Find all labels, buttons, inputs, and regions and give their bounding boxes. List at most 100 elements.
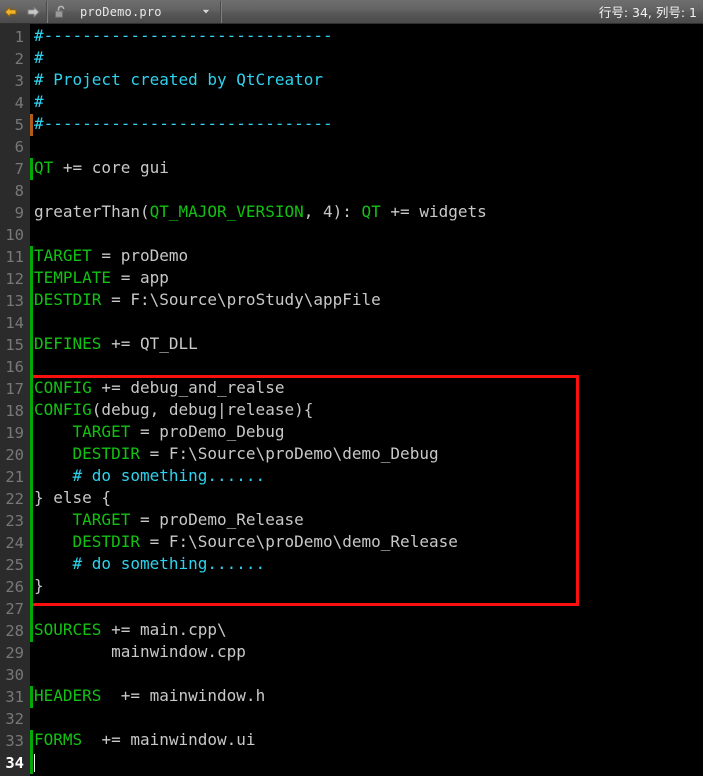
code-token: += QT_DLL (101, 334, 198, 353)
code-token: TEMPLATE (34, 268, 112, 287)
line-number: 7 (14, 160, 24, 178)
code-token: = proDemo_Debug (130, 422, 285, 441)
code-line[interactable]: greaterThan(QT_MAJOR_VERSION, 4): QT += … (34, 202, 487, 221)
open-file-name: proDemo.pro (80, 4, 162, 19)
change-marker (30, 422, 33, 444)
code-token: = F:\Source\proDemo\demo_Release (139, 532, 458, 551)
change-marker (30, 554, 33, 576)
line-number: 17 (5, 380, 24, 398)
line-number: 14 (5, 314, 24, 332)
code-token: DESTDIR (72, 444, 140, 463)
change-marker (30, 268, 33, 290)
code-token: CONFIG (34, 378, 92, 397)
code-line[interactable]: DESTDIR = F:\Source\proDemo\demo_Release (34, 532, 458, 551)
code-token: } else { (34, 488, 112, 507)
change-marker (30, 466, 33, 488)
change-marker (30, 378, 33, 400)
line-number: 29 (5, 644, 24, 662)
line-number: 23 (5, 512, 24, 530)
code-line[interactable]: FORMS += mainwindow.ui (34, 730, 256, 749)
code-token: = proDemo_Release (130, 510, 304, 529)
code-token: TARGET (72, 510, 131, 529)
line-number: 33 (5, 732, 24, 750)
change-marker (30, 312, 33, 334)
code-line[interactable]: TEMPLATE = app (34, 268, 169, 287)
code-token: #------------------------------ (34, 26, 333, 45)
line-number: 4 (14, 94, 24, 112)
change-marker (30, 158, 33, 180)
code-line[interactable]: DEFINES += QT_DLL (34, 334, 198, 353)
code-token: += core gui (53, 158, 169, 177)
toolbar-separator-1 (46, 0, 48, 23)
qt-creator-editor-window: proDemo.pro 行号: 34, 列号: 1 1 #------------… (0, 0, 703, 776)
code-line[interactable]: DESTDIR = F:\Source\proStudy\appFile (34, 290, 381, 309)
line-number: 16 (5, 358, 24, 376)
code-line[interactable]: TARGET = proDemo_Debug (34, 422, 285, 441)
code-token: DESTDIR (34, 290, 102, 309)
line-number: 25 (5, 556, 24, 574)
code-editor[interactable]: 1 #------------------------------ 2 #3 # Pro… (0, 24, 703, 776)
code-token: += main.cpp\ (101, 620, 227, 639)
change-marker (30, 290, 33, 312)
change-marker (30, 598, 33, 620)
line-number: 32 (5, 710, 24, 728)
code-line[interactable]: } (34, 576, 44, 595)
code-line[interactable]: QT += core gui (34, 158, 169, 177)
line-number: 24 (5, 534, 24, 552)
line-number: 10 (5, 226, 24, 244)
back-arrow-icon[interactable] (0, 1, 22, 23)
forward-arrow-icon[interactable] (22, 1, 44, 23)
change-marker (30, 752, 33, 774)
change-marker (30, 356, 33, 378)
code-token: HEADERS (34, 686, 102, 705)
line-number: 30 (5, 666, 24, 684)
code-token: += widgets (380, 202, 487, 221)
code-line[interactable]: DESTDIR = F:\Source\proDemo\demo_Debug (34, 444, 439, 463)
code-token: = F:\Source\proStudy\appFile (101, 290, 381, 309)
code-line[interactable]: # (34, 92, 44, 111)
code-token: # Project created by QtCreator (34, 70, 323, 89)
code-line[interactable]: CONFIG += debug_and_realse (34, 378, 284, 397)
code-token: FORMS (34, 730, 83, 749)
code-line[interactable]: #------------------------------ (34, 26, 333, 45)
chevron-down-icon[interactable] (200, 2, 212, 21)
code-token: # (34, 48, 44, 67)
line-number: 9 (14, 204, 24, 222)
code-token: # (34, 92, 44, 111)
code-token: DESTDIR (72, 532, 140, 551)
code-line[interactable]: TARGET = proDemo (34, 246, 188, 265)
code-token: QT (361, 202, 381, 221)
code-line[interactable]: # do something...... (34, 466, 266, 485)
change-marker (30, 532, 33, 554)
toolbar-separator-2 (220, 0, 222, 23)
change-marker (30, 114, 33, 136)
code-line[interactable]: mainwindow.cpp (34, 642, 246, 661)
line-number: 11 (5, 248, 24, 266)
line-number: 5 (14, 116, 24, 134)
line-number: 22 (5, 490, 24, 508)
code-line[interactable]: TARGET = proDemo_Release (34, 510, 304, 529)
line-number: 34 (5, 754, 24, 772)
code-line[interactable]: } else { (34, 488, 111, 507)
code-line[interactable]: # Project created by QtCreator (34, 70, 323, 89)
unlocked-padlock-icon[interactable] (50, 1, 72, 23)
code-line[interactable]: SOURCES += main.cpp\ (34, 620, 227, 639)
code-token: # do something...... (72, 554, 266, 573)
code-token: , 4): (303, 202, 362, 221)
code-line[interactable]: # do something...... (34, 554, 266, 573)
code-token: = app (111, 268, 169, 287)
open-document-combobox[interactable]: proDemo.pro (0, 0, 218, 24)
code-line[interactable]: CONFIG(debug, debug|release){ (34, 400, 313, 419)
code-line[interactable]: # (34, 48, 44, 67)
code-token: CONFIG (34, 400, 92, 419)
code-line[interactable]: HEADERS += mainwindow.h (34, 686, 265, 705)
change-marker (30, 620, 33, 642)
code-token: = F:\Source\proDemo\demo_Debug (139, 444, 439, 463)
line-number: 3 (14, 72, 24, 90)
code-line[interactable]: #------------------------------ (34, 114, 333, 133)
code-token: TARGET (72, 422, 131, 441)
